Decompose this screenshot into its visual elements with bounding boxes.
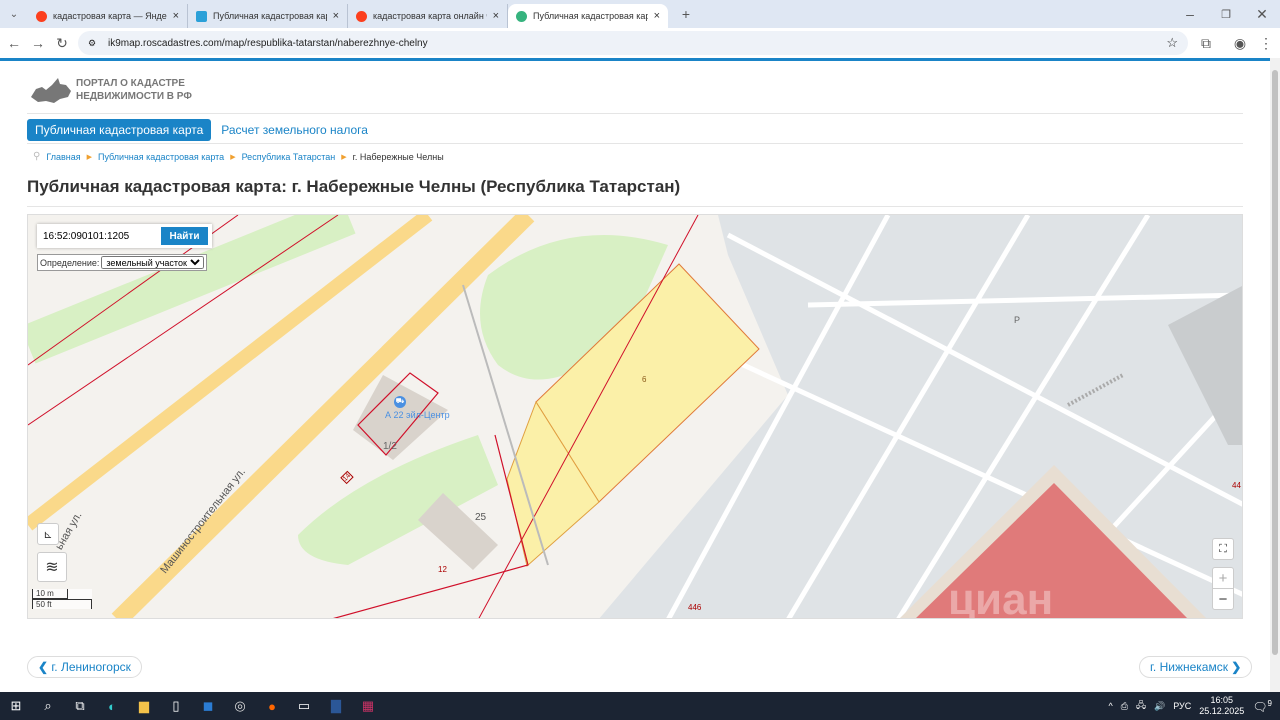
yandex-icon (356, 10, 367, 22)
yandex-icon (36, 10, 47, 22)
cadastral-number-input[interactable] (39, 227, 161, 245)
divider (27, 143, 1243, 144)
firefox-icon[interactable]: ● (256, 692, 288, 720)
parcel-label: 446 (688, 603, 702, 612)
calendar-app-icon[interactable]: ▦ (352, 692, 384, 720)
new-tab-button[interactable]: + (674, 6, 698, 22)
zoom-out-button[interactable]: − (1212, 588, 1234, 610)
camera-icon[interactable]: ⎙ (1121, 701, 1128, 712)
browser-tab[interactable]: кадастровая карта — Яндекс × (28, 4, 188, 28)
chevron-up-icon[interactable]: ^ (1109, 701, 1113, 711)
main-menu: Публичная кадастровая карта Расчет земел… (27, 119, 368, 141)
breadcrumb-region[interactable]: Республика Татарстан (242, 152, 336, 162)
outlook-icon[interactable]: ◼ (192, 692, 224, 720)
tab-list-button[interactable]: ⌄ (0, 9, 28, 20)
layers-button[interactable]: ≋ (37, 552, 67, 582)
site-icon (196, 10, 207, 22)
breadcrumb-home[interactable]: Главная (46, 152, 80, 162)
minimize-button[interactable]: – (1172, 6, 1208, 22)
close-tab-icon[interactable]: × (173, 10, 179, 22)
url-input[interactable]: ⚙ ik9map.roscadastres.com/map/respublika-… (78, 31, 1188, 55)
taskbar: ⊞ ⌕ ⧉ ◐ ▆ ▯ ◼ ◎ ● ▭ ▇ ▦ ^ ⎙ 🖧 🔊 РУС 16:0… (0, 692, 1280, 720)
building-number: 1/2 (383, 441, 397, 452)
cadastral-map[interactable]: Машиностроительная ул. ьная ул. 6 25 12 … (27, 214, 1243, 619)
menu-cadastral-map[interactable]: Публичная кадастровая карта (27, 119, 212, 141)
file-explorer-icon[interactable]: ▆ (128, 692, 160, 720)
close-tab-icon[interactable]: × (333, 10, 339, 22)
browser-tab-active[interactable]: Публичная кадастровая карта × (508, 4, 668, 28)
page-title: Публичная кадастровая карта: г. Набережн… (27, 177, 681, 196)
language-indicator[interactable]: РУС (1173, 701, 1191, 711)
cadastral-search: Найти (37, 224, 212, 248)
poi-car-icon: ⛟ (394, 396, 406, 408)
building-number: 25 (475, 512, 487, 523)
parcel-label: 12 (438, 565, 447, 574)
parcel-label: 44 (1232, 481, 1241, 490)
word-icon[interactable]: ▇ (320, 692, 352, 720)
chevron-right-icon: ▶ (86, 153, 92, 161)
scrollbar-thumb[interactable] (1272, 70, 1278, 655)
extensions-icon[interactable]: ⧉ (1194, 35, 1218, 52)
next-city-link[interactable]: г. Нижнекамск ❯ (1139, 656, 1253, 678)
divider (27, 113, 1243, 114)
close-window-button[interactable]: ✕ (1244, 6, 1280, 23)
location-pin-icon: ⚲ (33, 151, 41, 162)
parking-label: P (1014, 315, 1021, 325)
browser-tab-bar: ⌄ кадастровая карта — Яндекс × Публичная … (0, 0, 1280, 28)
volume-icon[interactable]: 🔊 (1154, 701, 1165, 712)
zoom-in-button[interactable]: + (1212, 567, 1234, 589)
system-tray: ^ ⎙ 🖧 🔊 РУС 16:05 25.12.2025 🗨9 (1109, 692, 1272, 720)
restore-button[interactable]: ❐ (1208, 8, 1244, 21)
site-logo[interactable]: ПОРТАЛ О КАДАСТРЕ НЕДВИЖИМОСТИ В РФ (30, 75, 192, 105)
russia-map-icon (31, 78, 71, 103)
edge-icon[interactable]: ◐ (96, 692, 128, 720)
scrollbar[interactable] (1270, 58, 1280, 692)
measure-tool-button[interactable]: ⊾ (37, 523, 59, 545)
app-icon[interactable]: ▭ (288, 692, 320, 720)
chrome-icon[interactable]: ◎ (224, 692, 256, 720)
back-icon[interactable]: ← (2, 35, 26, 51)
map-canvas[interactable] (28, 215, 1243, 619)
fullscreen-button[interactable]: ⛶ (1212, 538, 1234, 560)
close-tab-icon[interactable]: × (493, 10, 499, 22)
site-icon (516, 10, 527, 22)
search-button[interactable]: Найти (161, 227, 208, 245)
breadcrumb-map[interactable]: Публичная кадастровая карта (98, 152, 224, 162)
notifications-icon[interactable]: 🗨9 (1252, 699, 1272, 714)
poi-label: А 22 эйл-Центр (385, 410, 450, 420)
search-icon[interactable]: ⌕ (32, 692, 64, 720)
chevron-right-icon: ▶ (230, 153, 236, 161)
network-icon[interactable]: 🖧 (1136, 698, 1146, 714)
reload-icon[interactable]: ↻ (50, 35, 74, 52)
breadcrumb: ⚲ Главная ▶ Публичная кадастровая карта ▶ … (33, 151, 444, 162)
clock[interactable]: 16:05 25.12.2025 (1199, 695, 1244, 717)
watermark-logo: циан (948, 575, 1054, 619)
map-scale: 10 m 50 ft (32, 589, 92, 609)
address-bar: ← → ↻ ⚙ ik9map.roscadastres.com/map/respu… (0, 28, 1280, 58)
close-tab-icon[interactable]: × (654, 10, 660, 22)
definition-selector: Определение: земельный участок (37, 254, 208, 271)
page-top-border (0, 58, 1270, 61)
menu-land-tax[interactable]: Расчет земельного налога (221, 123, 368, 137)
forward-icon[interactable]: → (26, 35, 50, 51)
chevron-left-icon: ❮ (38, 660, 52, 674)
profile-icon[interactable]: ◉ (1228, 35, 1252, 52)
prev-city-link[interactable]: ❮ г. Лениногорск (27, 656, 142, 678)
divider (27, 206, 1243, 207)
menu-icon[interactable]: ⋮ (1254, 35, 1278, 52)
browser-tab[interactable]: Публичная кадастровая карта× (188, 4, 348, 28)
task-view-icon[interactable]: ⧉ (64, 692, 96, 720)
chevron-right-icon: ❯ (1227, 660, 1242, 674)
parcel-label: 6 (642, 375, 647, 384)
browser-tab[interactable]: кадастровая карта онлайн че × (348, 4, 508, 28)
bookmark-star-icon[interactable]: ☆ (1166, 35, 1178, 51)
windows-start-icon[interactable]: ⊞ (0, 692, 32, 720)
definition-select[interactable]: земельный участок (101, 256, 205, 269)
breadcrumb-current: г. Набережные Челны (352, 151, 444, 162)
file-icon[interactable]: ▯ (160, 692, 192, 720)
site-info-icon[interactable]: ⚙ (88, 38, 96, 49)
chevron-right-icon: ▶ (341, 153, 347, 161)
